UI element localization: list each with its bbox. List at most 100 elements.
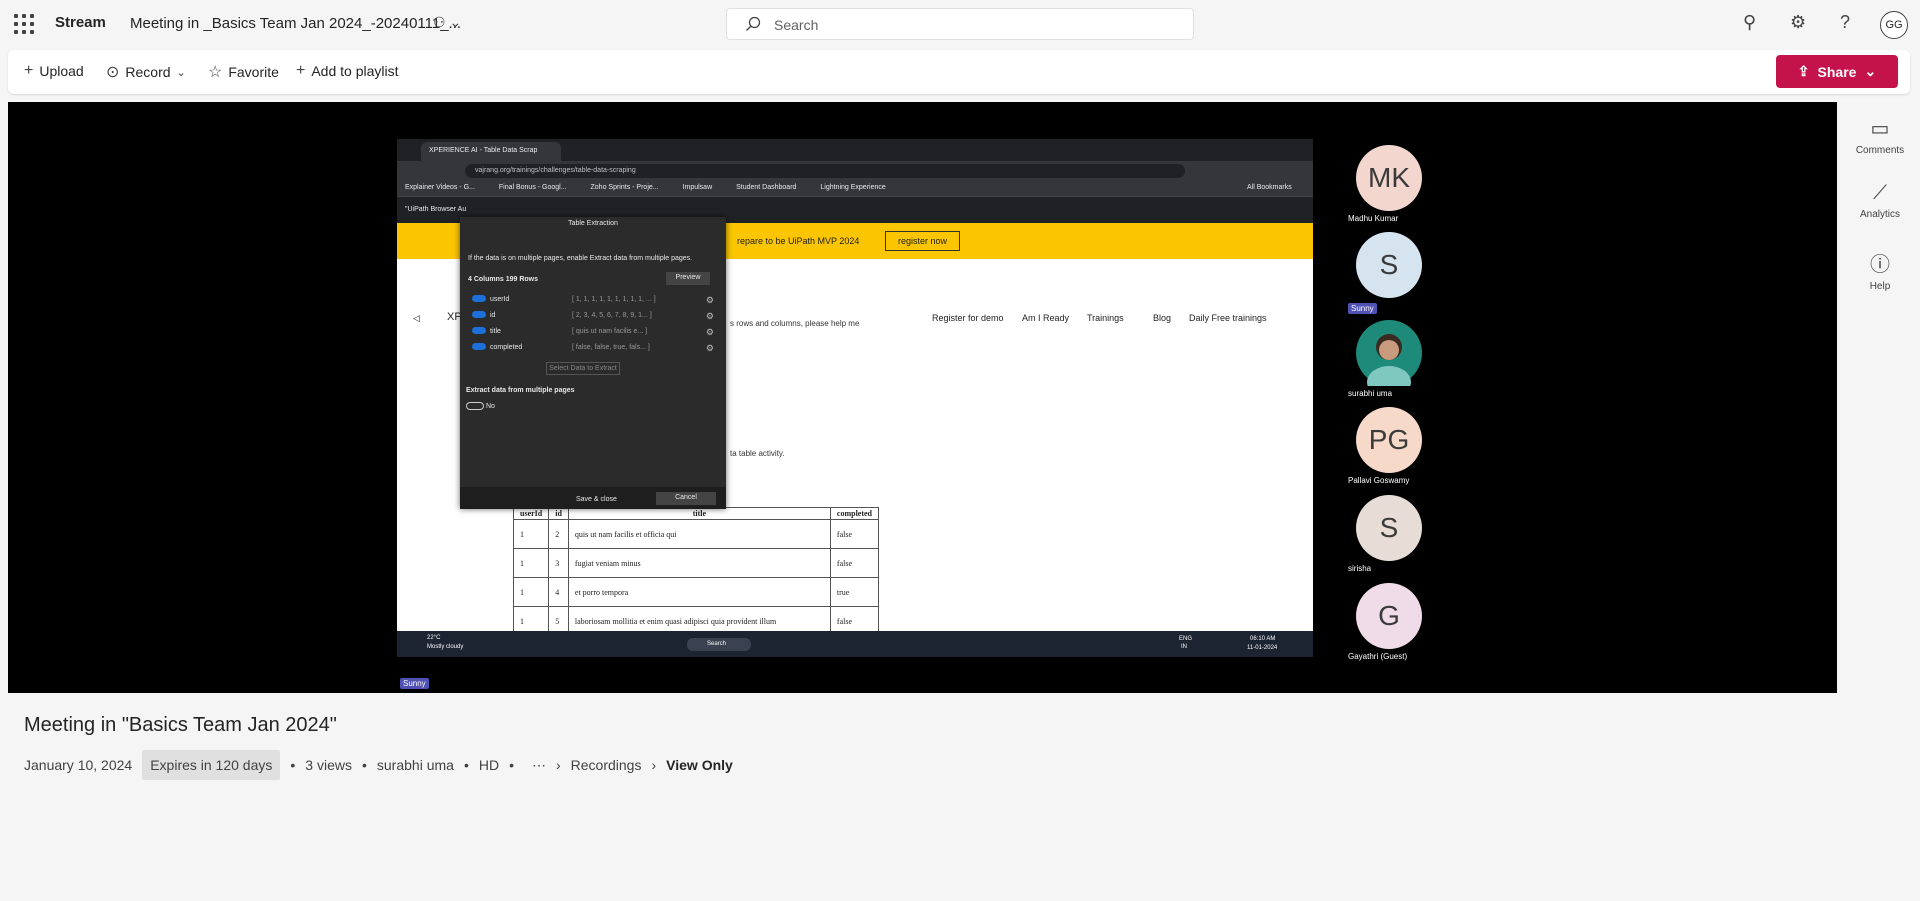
browser-tabstrip: XPERIENCE AI - Table Data Scrap (397, 139, 1313, 161)
recordings-breadcrumb[interactable]: Recordings (571, 757, 642, 773)
field-values: [ quis ut nam facilis e... ] (572, 328, 648, 335)
table-cell: 1 (512, 548, 550, 578)
field-row: userId [ 1, 1, 1, 1, 1, 1, 1, 1, 1, ... ]… (472, 295, 714, 307)
quality-label: HD (478, 757, 500, 773)
table-header: completed (829, 507, 880, 520)
page-text: ta table activity. (730, 449, 785, 458)
help-label: Help (1869, 281, 1891, 292)
chevron-down-icon: ⌄ (1864, 63, 1877, 79)
bookmarks-bar: Explainer Videos - G... Final Bonus - Go… (397, 181, 1313, 197)
field-toggle (472, 343, 486, 350)
comment-icon: ▭ (1870, 118, 1890, 140)
table-cell: false (829, 548, 880, 578)
browser-tab: XPERIENCE AI - Table Data Scrap (421, 142, 561, 161)
people-dropdown-icon[interactable]: ⚇ ⌄ (433, 14, 461, 31)
multi-page-toggle: No (466, 402, 495, 410)
table-cell: 2 (548, 519, 569, 549)
search-box[interactable]: Search (726, 8, 1194, 40)
bookmark: Student Dashboard (736, 184, 797, 191)
upload-button[interactable]: + Upload (24, 62, 84, 80)
expiry-badge[interactable]: Expires in 120 days (142, 750, 281, 780)
help-icon[interactable]: ? (1840, 12, 1850, 33)
field-name: title (490, 328, 501, 335)
field-name: id (490, 312, 496, 319)
separator-dot: • (290, 757, 296, 773)
more-icon[interactable]: ⋯ (532, 757, 546, 774)
document-title[interactable]: Meeting in _Basics Team Jan 2024_-202401… (130, 15, 461, 32)
comments-button[interactable]: ▭ Comments (1840, 116, 1920, 156)
banner-text: repare to be UiPath MVP 2024 (737, 236, 860, 246)
table-row: 1 4 et porro tempora true (512, 577, 880, 607)
table-cell: true (829, 577, 880, 607)
field-name: completed (490, 344, 523, 351)
site-nav-item: Daily Free trainings (1189, 313, 1267, 323)
app-name[interactable]: Stream (55, 14, 106, 31)
favorite-button[interactable]: ☆ Favorite (208, 62, 279, 82)
participant-avatar: G (1356, 583, 1422, 649)
table-header: title (567, 507, 831, 520)
table-header: id (548, 507, 569, 520)
browser-address-bar: vajrang.org/trainings/challenges/table-d… (397, 161, 1313, 181)
field-values: [ 1, 1, 1, 1, 1, 1, 1, 1, 1, ... ] (572, 296, 656, 303)
chevron-right-icon: › (555, 757, 561, 773)
table-cell: 3 (548, 548, 569, 578)
table-cell: 1 (512, 577, 550, 607)
field-name: userId (490, 296, 510, 303)
favorite-label: Favorite (228, 64, 279, 80)
help-circle-icon: ⓘ (1870, 254, 1890, 276)
record-button[interactable]: ⊙ Record ⌄ (106, 62, 186, 82)
separator-dot: • (509, 757, 514, 773)
site-nav-item: Register for demo (932, 313, 1004, 323)
share-button[interactable]: ⇪ Share ⌄ (1776, 55, 1898, 88)
user-avatar[interactable]: GG (1880, 11, 1908, 39)
dialog-title: Table Extraction (568, 220, 618, 227)
taskbar-time: 06:10 AM (1250, 636, 1276, 642)
gear-icon: ⚙ (705, 343, 714, 353)
taskbar-region: IN (1181, 644, 1187, 650)
taskbar-lang: ENG (1179, 636, 1193, 642)
participant-tile: S sirisha (1348, 495, 1448, 573)
plus-icon: + (24, 62, 34, 79)
shared-screen: XPERIENCE AI - Table Data Scrap vajrang.… (397, 139, 1313, 657)
multi-page-label: Extract data from multiple pages (466, 387, 575, 394)
cancel-button: Cancel (656, 492, 716, 505)
top-bar: Stream Meeting in _Basics Team Jan 2024_… (0, 0, 1920, 48)
upload-date: January 10, 2024 (24, 757, 133, 773)
participant-tile: S Sunny (1348, 232, 1448, 316)
bookmark: All Bookmarks (1247, 184, 1292, 191)
table-cell: 1 (512, 519, 550, 549)
participant-avatar: PG (1356, 407, 1422, 473)
analytics-label: Analytics (1859, 209, 1900, 220)
add-to-playlist-button[interactable]: + Add to playlist (296, 62, 399, 80)
field-values: [ 2, 3, 4, 5, 6, 7, 8, 9, 1... ] (572, 312, 652, 319)
notifications-icon[interactable]: ⚲ (1743, 12, 1756, 33)
field-row: completed [ false, false, true, fals... ]… (472, 343, 714, 355)
field-row: id [ 2, 3, 4, 5, 6, 7, 8, 9, 1... ] ⚙ (472, 311, 714, 323)
table-cell: quis ut nam facilis et officia qui (567, 519, 831, 549)
analytics-icon: ⟋ (1873, 182, 1887, 204)
video-metadata: January 10, 2024 Expires in 120 days • 3… (24, 750, 743, 780)
preview-button: Preview (666, 272, 710, 285)
field-row: title [ quis ut nam facilis e... ] ⚙ (472, 327, 714, 339)
table-cell: false (829, 519, 880, 549)
browser-url: vajrang.org/trainings/challenges/table-d… (465, 164, 1185, 178)
video-player[interactable]: XPERIENCE AI - Table Data Scrap vajrang.… (8, 102, 1837, 693)
record-label: Record (125, 64, 171, 80)
field-toggle (472, 327, 486, 334)
help-button[interactable]: ⓘ Help (1840, 248, 1920, 292)
search-placeholder: Search (774, 17, 819, 33)
owner-name[interactable]: surabhi uma (377, 757, 454, 773)
taskbar-search: Search (687, 638, 751, 651)
participant-tile: G Gayathri (Guest) (1348, 583, 1448, 661)
speaker-badge: Sunny (400, 678, 429, 689)
site-nav-item: Trainings (1087, 313, 1124, 323)
participant-tile: PG Pallavi Goswamy (1348, 407, 1448, 485)
analytics-button[interactable]: ⟋ Analytics (1840, 182, 1920, 220)
right-rail: ▭ Comments ⟋ Analytics ⓘ Help (1840, 102, 1920, 402)
separator-dot: • (361, 757, 367, 773)
settings-icon[interactable]: ⚙ (1790, 12, 1806, 33)
app-launcher-icon[interactable] (12, 12, 36, 36)
bookmark: Explainer Videos - G... (405, 184, 475, 191)
field-toggle (472, 295, 486, 302)
columns-summary: 4 Columns 199 Rows (468, 276, 539, 283)
